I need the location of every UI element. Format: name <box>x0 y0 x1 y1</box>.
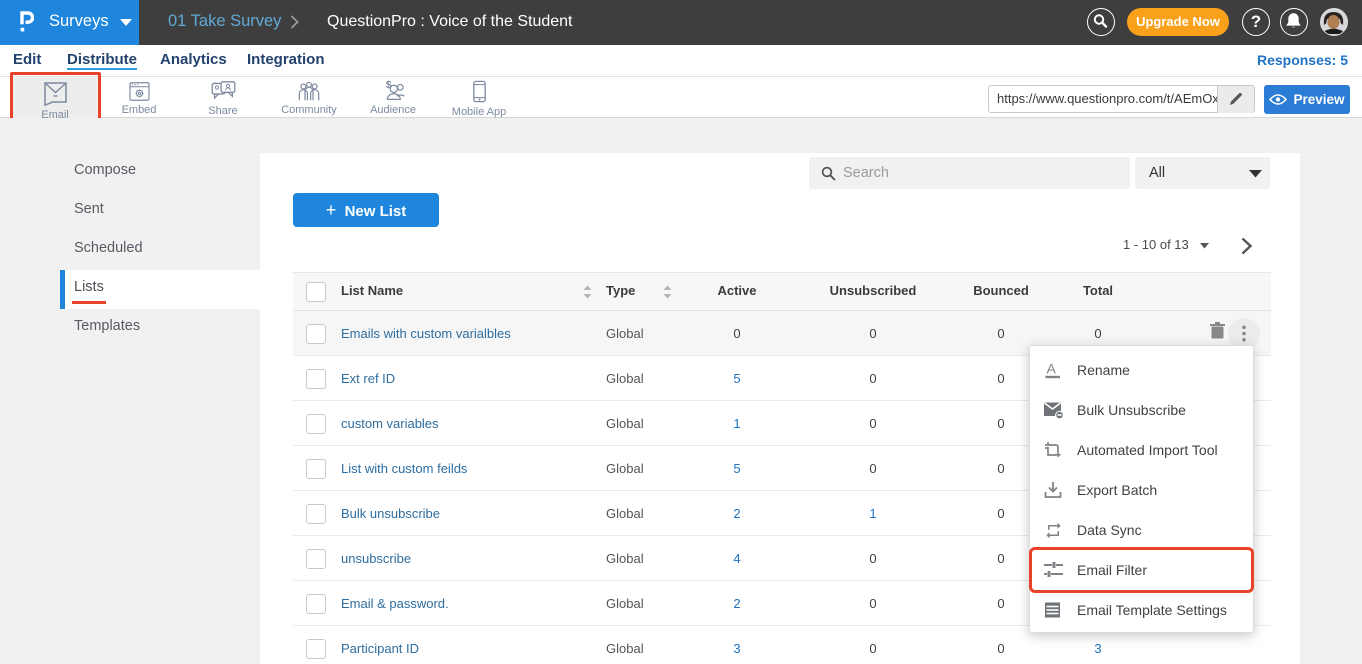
svg-text:$: $ <box>386 80 392 91</box>
svg-text:A: A <box>1047 361 1057 377</box>
